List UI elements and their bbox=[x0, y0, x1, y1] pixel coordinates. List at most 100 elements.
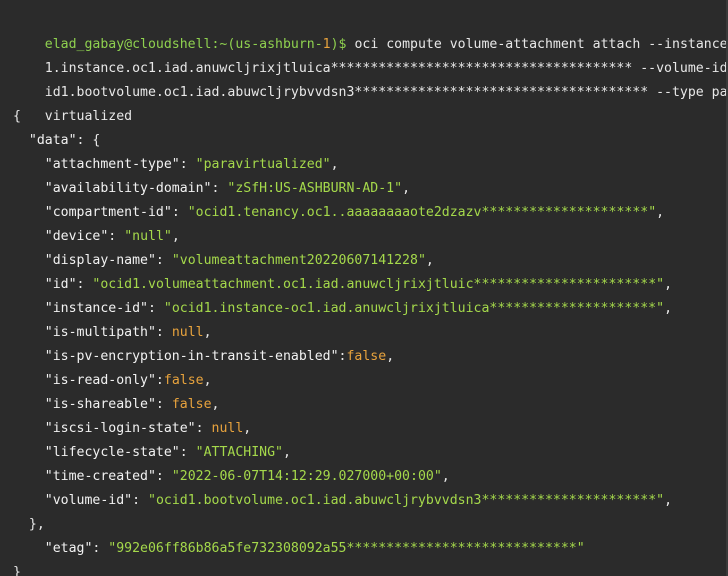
json-key: "is-shareable" bbox=[44, 397, 156, 412]
json-punctuation: , bbox=[441, 469, 450, 484]
json-punctuation: : bbox=[179, 157, 196, 172]
json-punctuation: , bbox=[402, 181, 411, 196]
json-output-line: "is-multipath": null, bbox=[13, 321, 728, 345]
command-text-line-3: id1.bootvolume.oc1.iad.abuwcljrybvvdsn3*… bbox=[44, 85, 728, 100]
prompt-region-index: 1 bbox=[322, 37, 331, 52]
prompt-suffix: )$ bbox=[330, 37, 355, 52]
json-literal-value: false bbox=[171, 397, 212, 412]
json-output-line: "lifecycle-state": "ATTACHING", bbox=[13, 441, 728, 465]
json-literal-value: false bbox=[163, 373, 204, 388]
json-output-line: "is-shareable": false, bbox=[13, 393, 728, 417]
json-key: "attachment-type" bbox=[44, 157, 180, 172]
json-output-line: "volume-id": "ocid1.bootvolume.oc1.iad.a… bbox=[13, 489, 728, 513]
json-output-line: "data": { bbox=[13, 129, 728, 153]
json-punctuation: : bbox=[155, 469, 172, 484]
json-string-value: "2022-06-07T14:12:29.027000+00:00" bbox=[171, 469, 442, 484]
json-key: "is-multipath" bbox=[44, 325, 156, 340]
json-string-value: "ocid1.bootvolume.oc1.iad.abuwcljrybvvds… bbox=[148, 493, 665, 508]
json-key: "instance-id" bbox=[44, 301, 148, 316]
json-punctuation: , bbox=[425, 253, 434, 268]
json-punctuation: : { bbox=[76, 133, 101, 148]
json-key: "device" bbox=[44, 229, 109, 244]
json-punctuation: , bbox=[243, 421, 252, 436]
json-key: "lifecycle-state" bbox=[44, 445, 180, 460]
json-key: "iscsi-login-state" bbox=[44, 421, 196, 436]
json-punctuation: : bbox=[211, 181, 228, 196]
json-key: "volume-id" bbox=[44, 493, 133, 508]
command-text-line-2: 1.instance.oc1.iad.anuwcljrixjtluica****… bbox=[44, 61, 728, 76]
json-punctuation: }, bbox=[28, 517, 45, 532]
json-literal-value: false bbox=[346, 349, 387, 364]
json-punctuation: , bbox=[386, 349, 395, 364]
json-output-line: "compartment-id": "ocid1.tenancy.oc1..aa… bbox=[13, 201, 728, 225]
prompt-user-host: elad_gabay@cloudshell:~(us-ashburn- bbox=[44, 37, 323, 52]
json-string-value: "992e06ff86b86a5fe732308092a55**********… bbox=[108, 541, 585, 556]
json-output-line: "is-pv-encryption-in-transit-enabled":fa… bbox=[13, 345, 728, 369]
json-punctuation: , bbox=[282, 445, 291, 460]
json-string-value: "ocid1.instance-oc1.iad.anuwcljrixjtluic… bbox=[163, 301, 665, 316]
json-output-line: "instance-id": "ocid1.instance-oc1.iad.a… bbox=[13, 297, 728, 321]
json-punctuation: : bbox=[179, 445, 196, 460]
json-key: "display-name" bbox=[44, 253, 156, 268]
json-punctuation: : bbox=[155, 253, 172, 268]
json-punctuation: , bbox=[203, 325, 212, 340]
json-punctuation: , bbox=[664, 277, 673, 292]
json-punctuation: : bbox=[108, 229, 125, 244]
terminal-window[interactable]: elad_gabay@cloudshell:~(us-ashburn-1)$ o… bbox=[0, 0, 728, 576]
json-output-line: "attachment-type": "paravirtualized", bbox=[13, 153, 728, 177]
json-punctuation: : bbox=[155, 397, 172, 412]
json-output-block: { "data": { "attachment-type": "paravirt… bbox=[13, 105, 728, 576]
json-key: "compartment-id" bbox=[44, 205, 172, 220]
json-punctuation: : bbox=[76, 277, 93, 292]
json-punctuation: , bbox=[330, 157, 339, 172]
json-key: "id" bbox=[44, 277, 77, 292]
json-string-value: "ATTACHING" bbox=[195, 445, 283, 460]
json-punctuation: { bbox=[13, 109, 21, 124]
json-output-line: } bbox=[13, 561, 728, 576]
json-output-line: "device": "null", bbox=[13, 225, 728, 249]
command-text-line-4: virtualized bbox=[44, 109, 133, 124]
json-key: "data" bbox=[28, 133, 77, 148]
json-output-line: "display-name": "volumeattachment2022060… bbox=[13, 249, 728, 273]
json-punctuation: : bbox=[147, 301, 164, 316]
json-key: "time-created" bbox=[44, 469, 156, 484]
json-output-line: "availability-domain": "zSfH:US-ASHBURN-… bbox=[13, 177, 728, 201]
json-punctuation: : bbox=[195, 421, 212, 436]
json-string-value: "zSfH:US-ASHBURN-AD-1" bbox=[227, 181, 403, 196]
command-text-line-1: oci compute volume-attachment attach --i… bbox=[354, 37, 728, 52]
json-punctuation: } bbox=[13, 565, 21, 576]
json-punctuation: , bbox=[656, 205, 665, 220]
json-literal-value: null bbox=[171, 325, 204, 340]
json-output-line: "is-read-only":false, bbox=[13, 369, 728, 393]
json-punctuation: , bbox=[203, 373, 212, 388]
json-punctuation: : bbox=[171, 205, 188, 220]
json-string-value: "ocid1.tenancy.oc1..aaaaaaaaote2dzazv***… bbox=[187, 205, 657, 220]
json-punctuation: , bbox=[664, 301, 673, 316]
json-key: "is-pv-encryption-in-transit-enabled" bbox=[44, 349, 339, 364]
json-string-value: "volumeattachment20220607141228" bbox=[171, 253, 426, 268]
prompt-line: elad_gabay@cloudshell:~(us-ashburn-1)$ o… bbox=[13, 9, 728, 52]
json-string-value: "paravirtualized" bbox=[195, 157, 331, 172]
json-output-line: "id": "ocid1.volumeattachment.oc1.iad.an… bbox=[13, 273, 728, 297]
json-key: "availability-domain" bbox=[44, 181, 212, 196]
json-output-line: "etag": "992e06ff86b86a5fe732308092a55**… bbox=[13, 537, 728, 561]
json-punctuation: , bbox=[664, 493, 673, 508]
json-punctuation: , bbox=[171, 229, 180, 244]
json-output-line: "time-created": "2022-06-07T14:12:29.027… bbox=[13, 465, 728, 489]
json-string-value: "null" bbox=[124, 229, 172, 244]
